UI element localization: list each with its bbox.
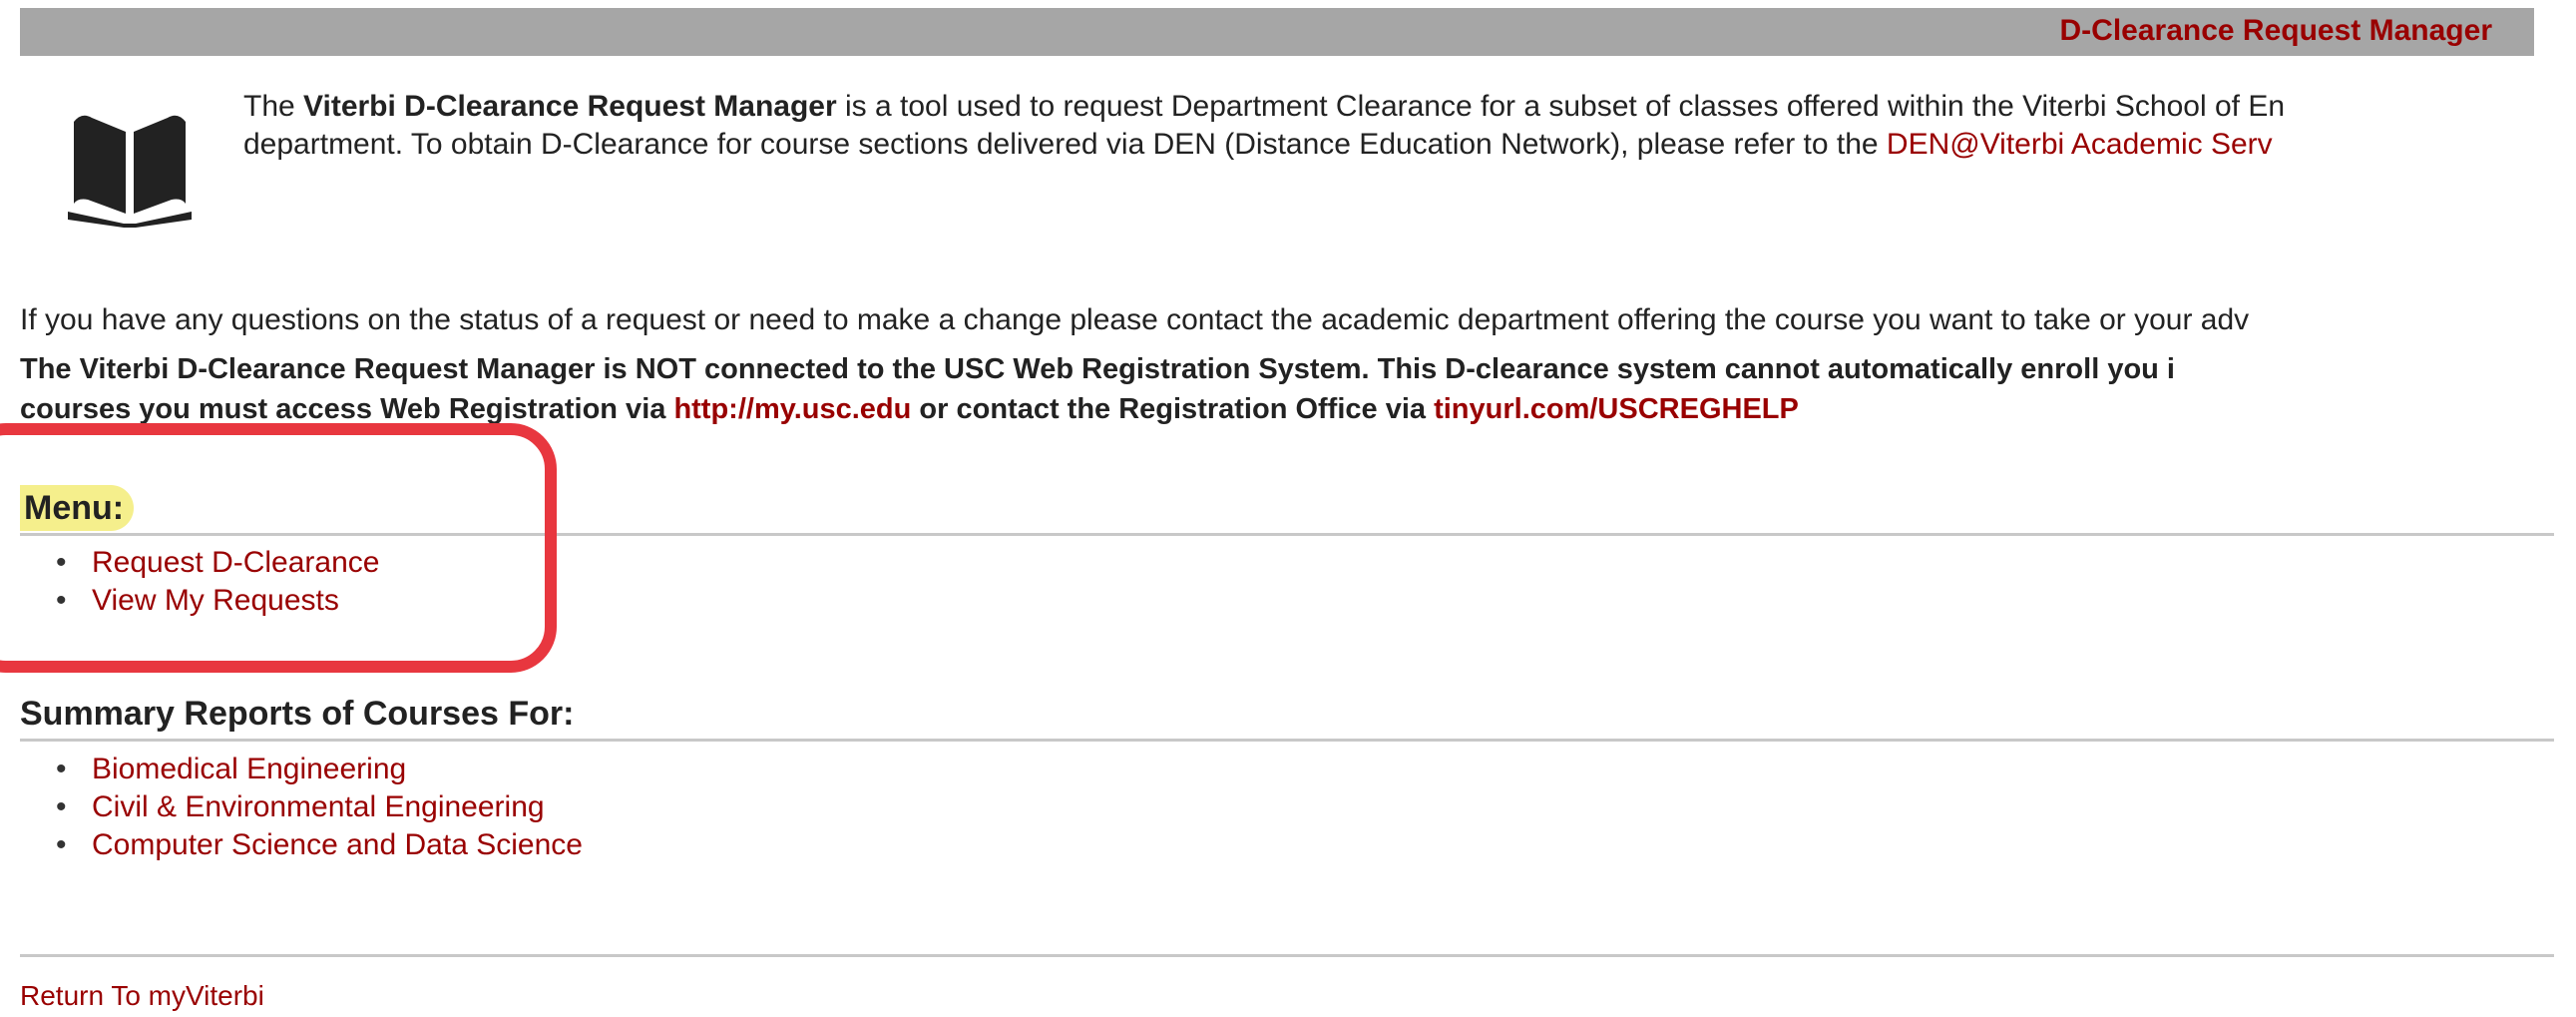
den-academic-services-link[interactable]: DEN@Viterbi Academic Serv (1887, 128, 2273, 161)
warning-line-2-mid: or contact the Registration Office via (911, 393, 1435, 425)
summary-item-biomedical: Biomedical Engineering (56, 751, 583, 788)
intro-text: The Viterbi D-Clearance Request Manager … (243, 88, 2568, 164)
my-usc-link[interactable]: http://my.usc.edu (673, 393, 911, 425)
summary-item-computer-science: Computer Science and Data Science (56, 826, 583, 864)
menu-list: Request D-Clearance View My Requests (20, 544, 380, 620)
warning-line-1: The Viterbi D-Clearance Request Manager … (20, 353, 2175, 385)
registration-warning: The Viterbi D-Clearance Request Manager … (20, 349, 2574, 429)
book-icon-graphic (68, 115, 192, 228)
request-d-clearance-link[interactable]: Request D-Clearance (92, 546, 379, 579)
biomedical-engineering-link[interactable]: Biomedical Engineering (92, 753, 406, 785)
menu-item-request-d-clearance: Request D-Clearance (56, 544, 380, 582)
warning-line-2: courses you must access Web Registration… (20, 389, 2574, 429)
menu-heading-label: Menu: (20, 485, 135, 531)
menu-heading: Menu: (20, 485, 2554, 536)
intro-tool-name: Viterbi D-Clearance Request Manager (303, 90, 837, 123)
intro-line-1-rest: is a tool used to request Department Cle… (836, 90, 2286, 123)
registration-help-link[interactable]: tinyurl.com/USCREGHELP (1434, 393, 1799, 425)
warning-line-2-prefix: courses you must access Web Registration… (20, 393, 674, 425)
civil-environmental-engineering-link[interactable]: Civil & Environmental Engineering (92, 790, 545, 823)
intro-line-1: The Viterbi D-Clearance Request Manager … (243, 88, 2568, 126)
summary-item-civil: Civil & Environmental Engineering (56, 788, 583, 826)
summary-reports-heading: Summary Reports of Courses For: (20, 691, 2554, 742)
book-icon (68, 112, 192, 228)
intro-line-2-text: department. To obtain D-Clearance for co… (243, 128, 1887, 161)
computer-science-data-science-link[interactable]: Computer Science and Data Science (92, 828, 583, 861)
title-bar: D-Clearance Request Manager (20, 8, 2534, 56)
menu-item-view-my-requests: View My Requests (56, 582, 379, 620)
intro-prefix: The (243, 90, 304, 123)
intro-line-2: department. To obtain D-Clearance for co… (243, 126, 2568, 164)
view-my-requests-link[interactable]: View My Requests (92, 584, 339, 617)
summary-reports-list: Biomedical Engineering Civil & Environme… (20, 751, 583, 864)
questions-text: If you have any questions on the status … (20, 303, 2250, 336)
footer-divider (20, 954, 2554, 957)
return-to-myviterbi-link[interactable]: Return To myViterbi (20, 978, 264, 1014)
app-title: D-Clearance Request Manager (2059, 14, 2492, 47)
